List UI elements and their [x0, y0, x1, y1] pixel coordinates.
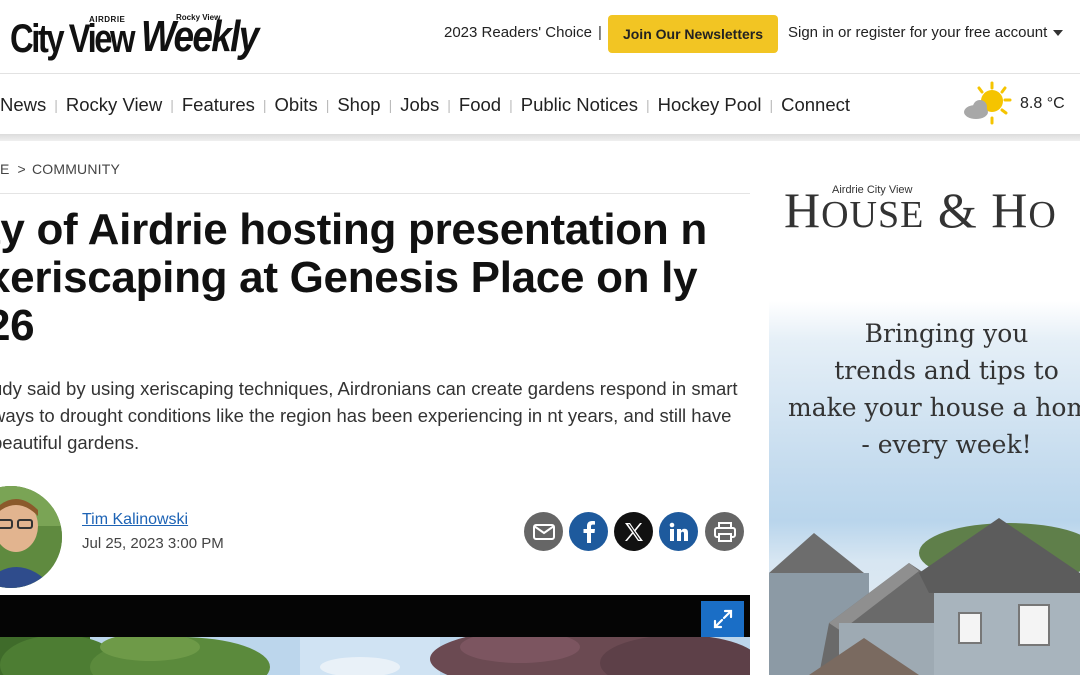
ad-title: HOUSE & HO: [784, 180, 1057, 245]
photo-top-bar: [0, 595, 750, 637]
signin-text: Sign in or register for your free accoun…: [788, 24, 1048, 41]
nav-divider: |: [509, 97, 513, 113]
join-newsletters-button[interactable]: Join Our Newsletters: [608, 15, 778, 53]
ad-tagline-line: trends and tips to: [834, 356, 1059, 385]
nav-item-features[interactable]: Features: [182, 94, 255, 116]
nav-item-connect[interactable]: Connect: [781, 94, 850, 116]
share-email-button[interactable]: [524, 512, 563, 551]
nav-divider: |: [645, 97, 650, 113]
nav-divider-bar: [0, 134, 1080, 141]
weather-temperature: 8.8 °C: [1020, 95, 1065, 112]
ad-title-h2: H: [991, 182, 1029, 238]
article-summary: udy said by using xeriscaping techniques…: [0, 378, 738, 453]
article-photo[interactable]: [0, 637, 750, 675]
nav-divider: |: [54, 97, 58, 113]
ad-tagline-line: make your house a home: [787, 393, 1080, 422]
main-nav: News | Rocky View | Features | Obits | S…: [0, 74, 1080, 134]
house-and-home-ad[interactable]: Airdrie City View HOUSE & HO Bringing yo…: [769, 141, 1080, 675]
partly-cloudy-icon: [964, 81, 1012, 125]
ad-title-amp: &: [924, 182, 992, 238]
nav-item-rocky-view[interactable]: Rocky View: [66, 94, 162, 116]
nav-divider: |: [262, 97, 267, 113]
x-icon: [624, 522, 643, 541]
nav-item-shop[interactable]: Shop: [337, 94, 380, 116]
linkedin-icon: [669, 522, 688, 541]
nav-item-hockey-pool[interactable]: Hockey Pool: [658, 94, 762, 116]
signin-dropdown[interactable]: Sign in or register for your free accoun…: [788, 24, 1064, 41]
ad-houses-image: [769, 518, 1080, 675]
facebook-icon: [583, 520, 595, 543]
expand-photo-button[interactable]: [701, 601, 744, 637]
ad-title-o: O: [1028, 194, 1057, 236]
chevron-down-icon: [1053, 30, 1064, 37]
expand-icon: [713, 609, 732, 629]
author-name-link[interactable]: Tim Kalinowski: [82, 511, 188, 529]
nav-items: News | Rocky View | Features | Obits | S…: [0, 94, 850, 116]
share-print-button[interactable]: [705, 512, 744, 551]
logo-cityview-small: AIRDRIE: [89, 15, 126, 24]
article-headline: ty of Airdrie hosting presentation n xer…: [0, 205, 707, 350]
share-linkedin-button[interactable]: [659, 512, 698, 551]
garden-photo: [0, 637, 750, 675]
nav-divider: |: [388, 97, 393, 113]
breadcrumb-community[interactable]: COMMUNITY: [32, 161, 120, 177]
ad-tagline-line: - every week!: [861, 430, 1032, 459]
breadcrumb-home[interactable]: E: [0, 161, 10, 177]
site-header: City View AIRDRIE Weekly Rocky View 2023…: [0, 0, 1080, 74]
nav-divider: |: [325, 97, 330, 113]
logo-weekly-small: Rocky View: [176, 13, 221, 22]
ad-tagline: Bringing you trends and tips to make you…: [769, 315, 1080, 463]
header-separator: |: [598, 24, 602, 41]
nav-item-public-notices[interactable]: Public Notices: [521, 94, 638, 116]
nav-item-obits[interactable]: Obits: [275, 94, 318, 116]
readers-choice-link[interactable]: 2023 Readers' Choice: [444, 24, 592, 41]
nav-item-news[interactable]: News: [0, 94, 46, 116]
weather-widget[interactable]: 8.8 °C: [962, 80, 1077, 125]
email-icon: [532, 523, 555, 540]
author-avatar[interactable]: [0, 486, 62, 588]
ad-title-ouse: OUSE: [821, 194, 925, 236]
author-photo: [0, 486, 62, 588]
nav-divider: |: [447, 97, 451, 113]
print-icon: [713, 521, 736, 542]
nav-divider: |: [170, 97, 174, 113]
nav-item-food[interactable]: Food: [459, 94, 501, 116]
ad-tagline-line: Bringing you: [864, 319, 1029, 348]
nav-item-jobs[interactable]: Jobs: [400, 94, 439, 116]
breadcrumb-rule: [0, 193, 750, 194]
share-x-button[interactable]: [614, 512, 653, 551]
nav-divider: |: [769, 97, 774, 113]
ad-title-h: H: [784, 182, 822, 238]
breadcrumb-separator: >: [17, 161, 26, 177]
share-facebook-button[interactable]: [569, 512, 608, 551]
breadcrumb: E > COMMUNITY: [0, 161, 120, 177]
publish-date: Jul 25, 2023 3:00 PM: [82, 535, 224, 552]
